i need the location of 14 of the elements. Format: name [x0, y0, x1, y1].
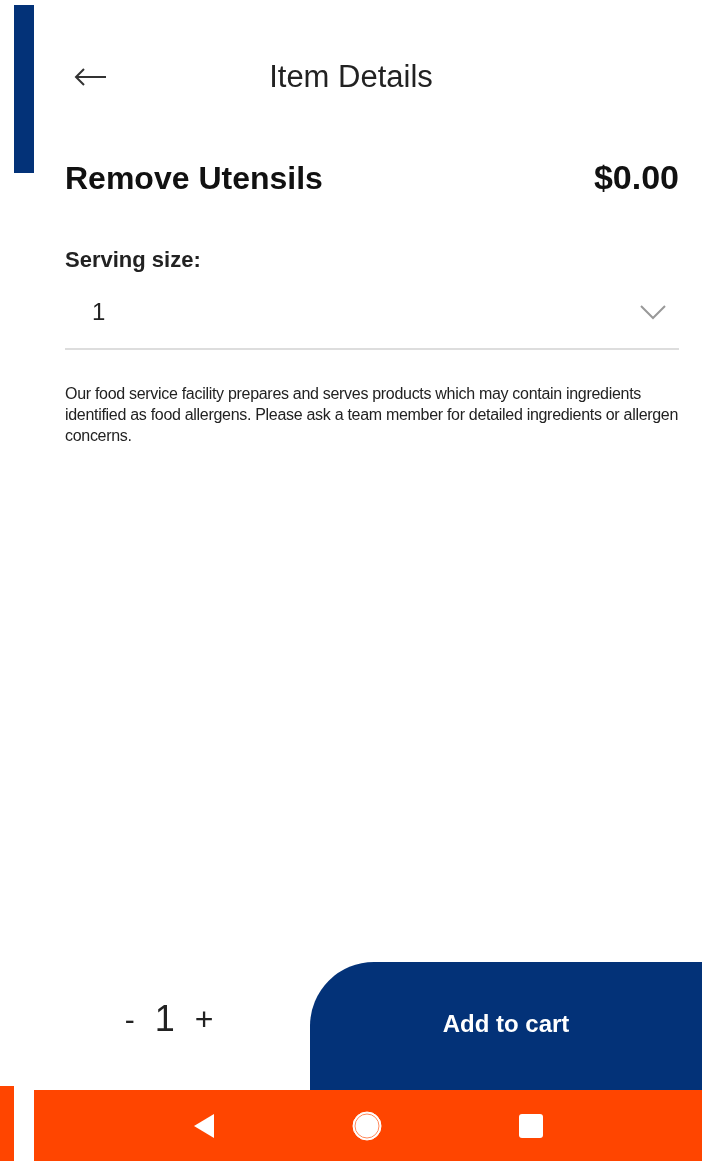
recents-square-icon[interactable]	[518, 1112, 545, 1139]
item-name: Remove Utensils	[65, 158, 323, 198]
decrease-button[interactable]: -	[124, 996, 135, 1042]
page-title: Item Details	[269, 57, 433, 96]
chevron-down-icon	[639, 304, 667, 320]
serving-size-label: Serving size:	[65, 246, 202, 274]
serving-size-select[interactable]: 1	[65, 290, 679, 350]
add-to-cart-button[interactable]: Add to cart	[310, 962, 702, 1090]
back-arrow-icon	[73, 67, 107, 87]
quantity-value: 1	[154, 997, 175, 1041]
allergen-disclaimer: Our food service facility prepares and serves products which may contain ingredients identified as food allergens. Please ask a team member for detailed ingredients or allergen concerns.	[65, 384, 679, 446]
home-circle-icon[interactable]	[351, 1109, 383, 1142]
increase-button[interactable]: +	[194, 995, 214, 1043]
item-price: $0.00	[593, 157, 679, 198]
